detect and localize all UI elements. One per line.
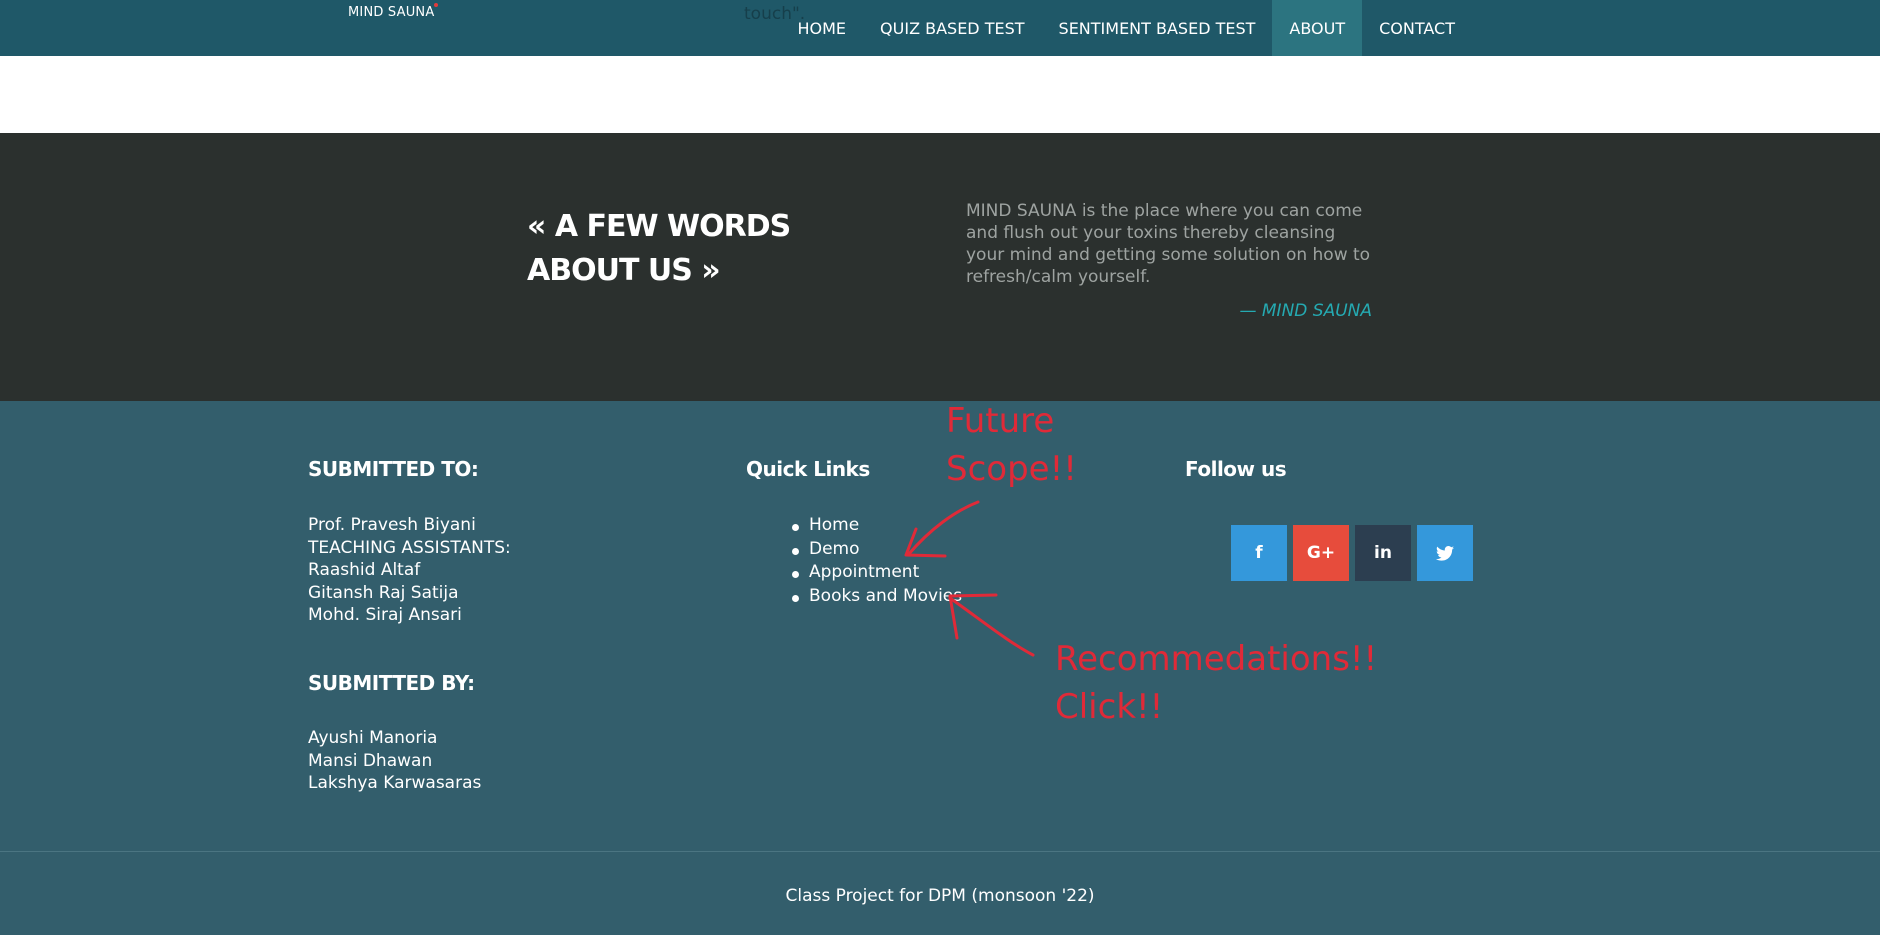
about-quote: MIND SAUNA is the place where you can co…	[966, 201, 1371, 287]
recommendations-arrow	[948, 596, 1035, 657]
brand-dot-icon	[434, 3, 439, 7]
brand-logo[interactable]: MIND SAUNA	[348, 3, 439, 20]
nav-sentiment-based-test[interactable]: SENTIMENT BASED TEST	[1042, 0, 1273, 56]
about-section: « A FEW WORDS ABOUT US » MIND SAUNA is t…	[0, 133, 1880, 401]
about-quote-author: — MIND SAUNA	[1239, 301, 1372, 321]
copyright-text: Class Project for DPM (monsoon '22)	[785, 886, 1095, 906]
white-spacer	[0, 56, 1880, 133]
annotation-arrows	[904, 500, 1035, 657]
about-heading-line-2: ABOUT US »	[527, 253, 721, 288]
about-heading: « A FEW WORDS ABOUT US »	[527, 205, 827, 293]
nav-contact[interactable]: CONTACT	[1362, 0, 1472, 56]
about-heading-line-1: « A FEW WORDS	[527, 209, 791, 244]
nav-about[interactable]: ABOUT	[1272, 0, 1363, 56]
brand-name[interactable]: MIND SAUNA	[348, 5, 434, 20]
footer: SUBMITTED TO: Prof. Pravesh Biyani TEACH…	[0, 401, 1880, 935]
nav-home[interactable]: HOME	[781, 0, 864, 56]
footer-divider	[0, 851, 1880, 852]
nav-quiz-based-test[interactable]: QUIZ BASED TEST	[863, 0, 1041, 56]
future-scope-arrow	[906, 500, 980, 557]
top-navbar: MIND SAUNA touch". HOME QUIZ BASED TEST …	[0, 0, 1880, 56]
main-nav: HOME QUIZ BASED TEST SENTIMENT BASED TES…	[781, 0, 1473, 56]
